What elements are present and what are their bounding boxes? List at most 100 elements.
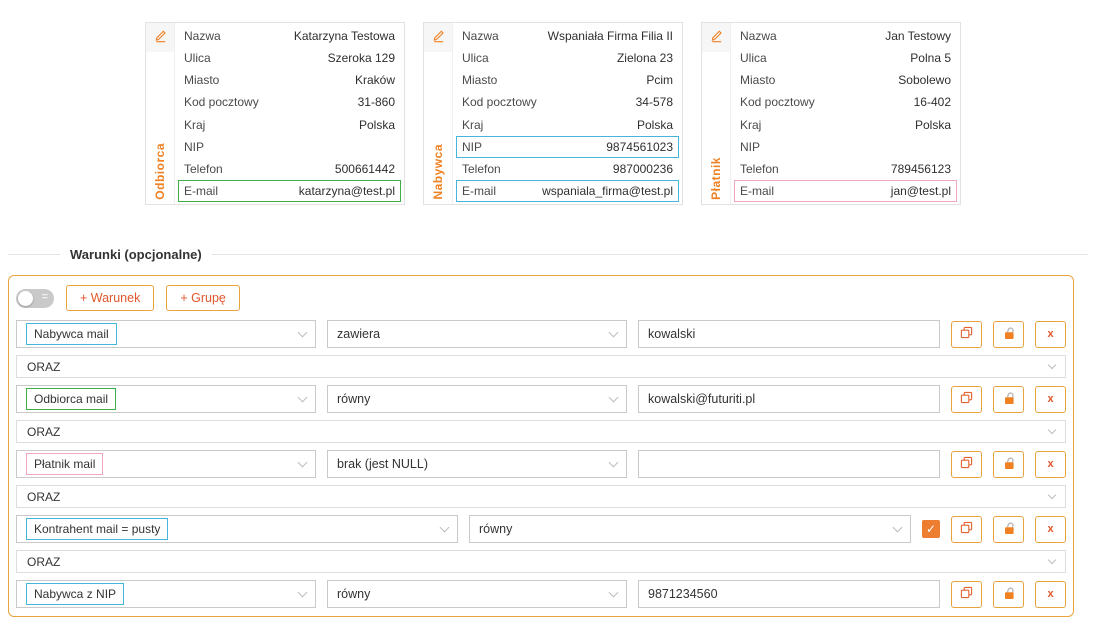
condition-row-0: Nabywca mail zawiera x xyxy=(16,320,1066,348)
chevron-down-icon xyxy=(609,392,619,402)
chevron-down-icon xyxy=(609,587,619,597)
joiner-select-1[interactable]: ORAZ xyxy=(16,420,1066,443)
joiner-select-0[interactable]: ORAZ xyxy=(16,355,1066,378)
field-row-nazwa: NazwaJan Testowy xyxy=(734,25,957,47)
field-row-kod-pocztowy: Kod pocztowy34-578 xyxy=(456,91,679,113)
field-select[interactable]: Odbiorca mail xyxy=(16,385,316,413)
value-checkbox[interactable]: ✓ xyxy=(922,520,940,538)
field-row-nip: NIP xyxy=(178,136,401,158)
value-input[interactable] xyxy=(638,580,940,608)
lock-button[interactable] xyxy=(993,321,1024,348)
operator-select[interactable]: brak (jest NULL) xyxy=(327,450,627,478)
joiner-select-3[interactable]: ORAZ xyxy=(16,550,1066,573)
chevron-down-icon xyxy=(298,392,308,402)
field-row-miasto: MiastoPcim xyxy=(456,69,679,91)
field-row-email-highlighted: E-mailkatarzyna@test.pl xyxy=(178,180,401,202)
field-select[interactable]: Nabywca z NIP xyxy=(16,580,316,608)
field-row-miasto: MiastoKraków xyxy=(178,69,401,91)
copy-icon xyxy=(960,586,973,602)
unlocked-padlock-icon xyxy=(1002,326,1016,343)
copy-button[interactable] xyxy=(951,581,982,608)
joiner-select-2[interactable]: ORAZ xyxy=(16,485,1066,508)
contact-cards: Odbiorca NazwaKatarzyna Testowa UlicaSze… xyxy=(145,22,1098,205)
card-role-label: Płatnik xyxy=(709,151,723,204)
divider-line xyxy=(212,254,1088,255)
unlocked-padlock-icon xyxy=(1002,456,1016,473)
unlocked-padlock-icon xyxy=(1002,586,1016,603)
condition-row-2: Płatnik mail brak (jest NULL) x xyxy=(16,450,1066,478)
divider-line xyxy=(8,254,60,255)
field-row-email-highlighted: E-mailjan@test.pl xyxy=(734,180,957,202)
copy-button[interactable] xyxy=(951,516,982,543)
card-role-label: Odbiorca xyxy=(153,137,167,204)
copy-icon xyxy=(960,456,973,472)
edit-button[interactable] xyxy=(702,23,730,52)
remove-button[interactable]: x xyxy=(1035,386,1066,413)
lock-button[interactable] xyxy=(993,581,1024,608)
copy-icon xyxy=(960,521,973,537)
pencil-icon xyxy=(153,28,168,48)
pencil-icon xyxy=(431,28,446,48)
lock-button[interactable] xyxy=(993,516,1024,543)
field-tag: Nabywca mail xyxy=(26,323,117,345)
operator-select[interactable]: równy xyxy=(327,385,627,413)
operator-label: równy xyxy=(337,392,370,406)
operator-label: równy xyxy=(479,522,512,536)
conditions-toolbar: = + Warunek + Grupę xyxy=(16,285,1066,311)
conditions-mode-toggle[interactable]: = xyxy=(16,289,54,308)
field-tag: Nabywca z NIP xyxy=(26,583,124,605)
field-row-ulica: UlicaPolna 5 xyxy=(734,47,957,69)
copy-icon xyxy=(960,391,973,407)
card-nabywca-side: Nabywca xyxy=(424,23,453,204)
lock-button[interactable] xyxy=(993,386,1024,413)
chevron-down-icon xyxy=(298,587,308,597)
operator-select[interactable]: równy xyxy=(327,580,627,608)
field-select[interactable]: Kontrahent mail = pusty xyxy=(16,515,458,543)
joiner-label: ORAZ xyxy=(27,360,60,374)
operator-select[interactable]: równy xyxy=(469,515,911,543)
field-select[interactable]: Nabywca mail xyxy=(16,320,316,348)
field-row-kraj: KrajPolska xyxy=(456,114,679,136)
condition-row-1: Odbiorca mail równy x xyxy=(16,385,1066,413)
field-row-nazwa: NazwaWspaniała Firma Filia II xyxy=(456,25,679,47)
card-nabywca: Nabywca NazwaWspaniała Firma Filia II Ul… xyxy=(423,22,683,205)
chevron-down-icon xyxy=(609,327,619,337)
card-platnik: Płatnik NazwaJan Testowy UlicaPolna 5 Mi… xyxy=(701,22,961,205)
chevron-down-icon xyxy=(1048,490,1056,498)
field-row-kraj: KrajPolska xyxy=(178,114,401,136)
field-select[interactable]: Płatnik mail xyxy=(16,450,316,478)
edit-button[interactable] xyxy=(424,23,452,52)
copy-button[interactable] xyxy=(951,451,982,478)
chevron-down-icon xyxy=(893,522,903,532)
field-row-kraj: KrajPolska xyxy=(734,114,957,136)
field-row-email-highlighted: E-mailwspaniala_firma@test.pl xyxy=(456,180,679,202)
remove-button[interactable]: x xyxy=(1035,451,1066,478)
pencil-icon xyxy=(709,28,724,48)
field-row-telefon: Telefon987000236 xyxy=(456,158,679,180)
copy-icon xyxy=(960,326,973,342)
equals-icon: = xyxy=(42,291,48,303)
add-group-button[interactable]: + Grupę xyxy=(166,285,240,311)
copy-button[interactable] xyxy=(951,386,982,413)
field-row-nazwa: NazwaKatarzyna Testowa xyxy=(178,25,401,47)
value-input[interactable] xyxy=(638,320,940,348)
toggle-knob xyxy=(18,291,33,306)
copy-button[interactable] xyxy=(951,321,982,348)
value-input[interactable] xyxy=(638,385,940,413)
joiner-label: ORAZ xyxy=(27,490,60,504)
value-input[interactable] xyxy=(638,450,940,478)
remove-button[interactable]: x xyxy=(1035,516,1066,543)
remove-button[interactable]: x xyxy=(1035,581,1066,608)
field-row-ulica: UlicaZielona 23 xyxy=(456,47,679,69)
edit-button[interactable] xyxy=(146,23,174,52)
operator-select[interactable]: zawiera xyxy=(327,320,627,348)
condition-row-4: Nabywca z NIP równy x xyxy=(16,580,1066,608)
chevron-down-icon xyxy=(440,522,450,532)
lock-button[interactable] xyxy=(993,451,1024,478)
field-row-kod-pocztowy: Kod pocztowy31-860 xyxy=(178,91,401,113)
remove-button[interactable]: x xyxy=(1035,321,1066,348)
operator-label: brak (jest NULL) xyxy=(337,457,428,471)
field-row-kod-pocztowy: Kod pocztowy16-402 xyxy=(734,91,957,113)
field-row-miasto: MiastoSobolewo xyxy=(734,69,957,91)
add-condition-button[interactable]: + Warunek xyxy=(66,285,154,311)
